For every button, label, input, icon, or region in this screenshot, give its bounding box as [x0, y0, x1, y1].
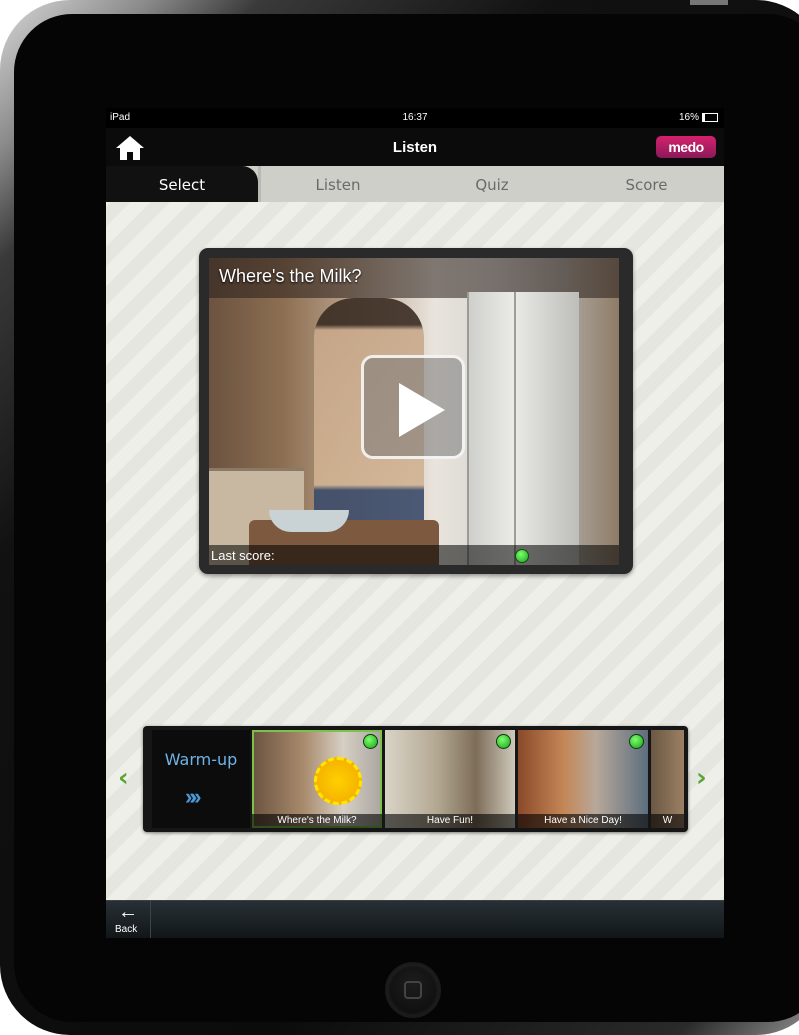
video-title: Where's the Milk?: [219, 266, 362, 286]
completed-dot-icon: [363, 734, 378, 749]
back-label: Back: [115, 924, 138, 935]
score-status-dot-icon: [515, 549, 529, 563]
play-icon: [399, 383, 445, 437]
lesson-caption: Have a Nice Day!: [518, 814, 648, 828]
scene-fridge-door: [514, 292, 516, 565]
back-arrow-icon: ←: [118, 901, 138, 923]
medo-logo: medo: [656, 136, 716, 158]
scene-bowl: [269, 510, 349, 532]
back-button[interactable]: ← Back: [106, 901, 151, 938]
lesson-caption: Where's the Milk?: [252, 814, 382, 828]
carousel-next-arrow-icon[interactable]: ›: [696, 763, 707, 793]
lesson-carousel: Warm-up »» Where's the Milk? Have Fun! H…: [143, 726, 688, 832]
battery-icon: [702, 113, 718, 122]
lesson-thumb-have-fun[interactable]: Have Fun!: [385, 730, 515, 828]
tab-bar: Select Listen Quiz Score: [106, 166, 724, 202]
warmup-tile[interactable]: Warm-up »»: [152, 730, 250, 828]
lesson-thumb-wheres-the-milk[interactable]: Where's the Milk?: [252, 730, 382, 828]
battery-status: 16%: [679, 112, 718, 123]
bottom-toolbar: ← Back: [106, 900, 724, 938]
video-card: Where's the Milk? Last score:: [199, 248, 633, 574]
lesson-thumb-partial[interactable]: W: [651, 730, 684, 828]
top-button: [690, 0, 728, 5]
status-bar: iPad 16:37 16%: [106, 108, 724, 128]
video-thumbnail[interactable]: Where's the Milk? Last score:: [209, 258, 619, 565]
completed-dot-icon: [496, 734, 511, 749]
navigation-bar: Listen medo: [106, 128, 724, 166]
play-button[interactable]: [361, 355, 465, 459]
sun-badge-icon: [314, 757, 362, 805]
chevrons-icon: »»: [185, 784, 202, 809]
lesson-caption: Have Fun!: [385, 814, 515, 828]
tab-listen[interactable]: Listen: [261, 166, 415, 202]
tab-quiz[interactable]: Quiz: [415, 166, 569, 202]
carousel-prev-arrow-icon[interactable]: ‹: [118, 763, 129, 793]
tab-select[interactable]: Select: [106, 166, 258, 202]
home-hardware-button[interactable]: [385, 962, 441, 1018]
tab-score[interactable]: Score: [569, 166, 724, 202]
scene-fridge: [467, 292, 579, 565]
app-screen: iPad 16:37 16% Listen medo Select Listen…: [106, 108, 724, 938]
battery-percent: 16%: [678, 112, 699, 123]
page-title: Listen: [392, 139, 438, 156]
last-score-label: Last score:: [211, 548, 275, 563]
last-score-bar: Last score:: [209, 545, 619, 565]
completed-dot-icon: [629, 734, 644, 749]
warmup-label: Warm-up: [164, 750, 238, 769]
lesson-thumb-have-a-nice-day[interactable]: Have a Nice Day!: [518, 730, 648, 828]
clock: 16:37: [402, 112, 428, 123]
lesson-caption: W: [651, 814, 684, 828]
